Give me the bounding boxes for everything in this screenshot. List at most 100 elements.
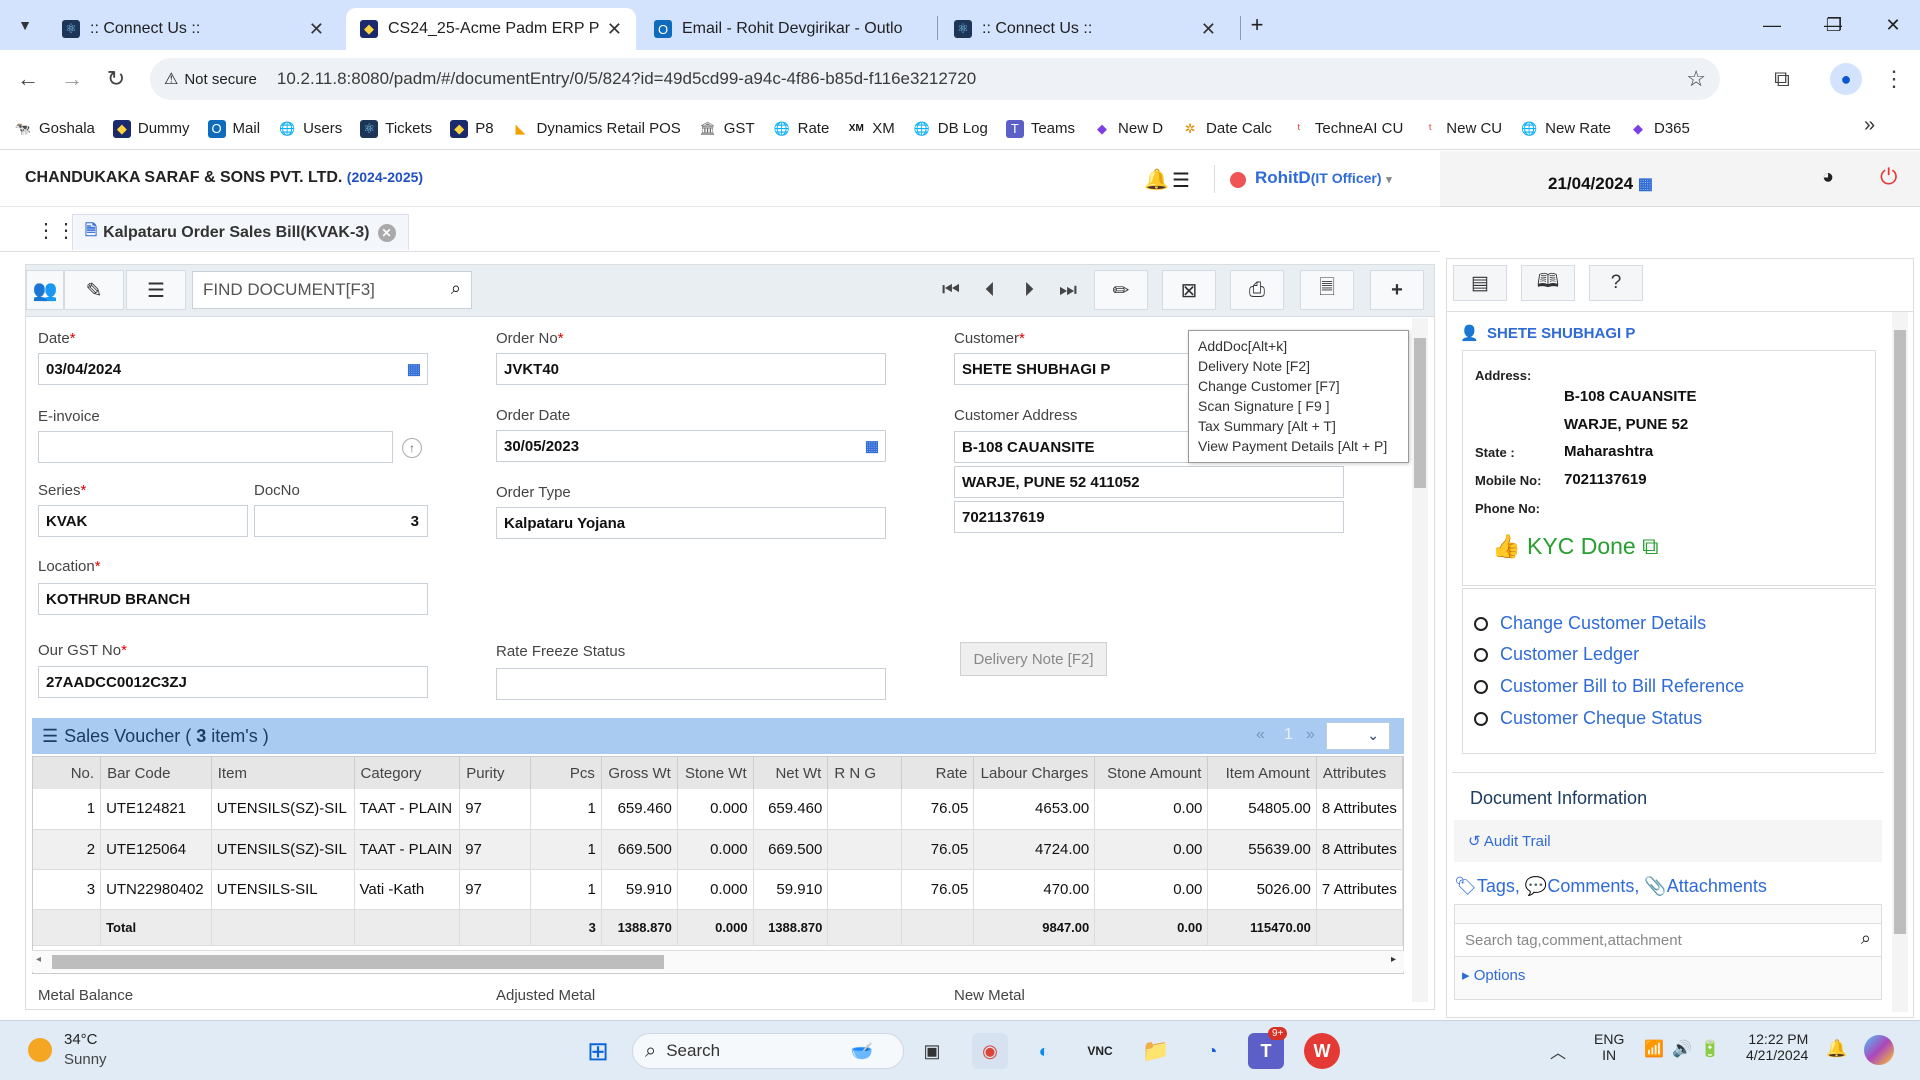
calendar-icon[interactable]: ▦ bbox=[865, 437, 879, 455]
edit-form-icon[interactable]: ✎ bbox=[64, 270, 124, 310]
gst-input[interactable]: 27AADCC0012C3ZJ bbox=[38, 666, 428, 698]
phone-app-icon[interactable]: ◔ bbox=[1194, 1033, 1230, 1069]
bookmark-star-icon[interactable]: ☆ bbox=[1686, 66, 1706, 92]
bookmark-d365[interactable]: ◆ D365 bbox=[1629, 120, 1690, 138]
date-input[interactable]: 03/04/2024 ▦ bbox=[38, 353, 428, 385]
extensions-puzzle-icon[interactable]: ⧉ bbox=[1766, 63, 1798, 95]
temperature[interactable]: 34°C bbox=[64, 1031, 98, 1048]
column-header[interactable]: Gross Wt bbox=[601, 757, 678, 789]
kyc-status[interactable]: 👍 KYC Done ⧉ bbox=[1492, 533, 1659, 560]
volume-icon[interactable]: 🔊 bbox=[1672, 1039, 1692, 1059]
close-window-icon[interactable]: ✕ bbox=[1878, 10, 1908, 40]
bookmark-db-log[interactable]: 🌐 DB Log bbox=[913, 120, 988, 138]
clock[interactable]: 12:22 PM 4/21/2024 bbox=[1746, 1031, 1808, 1063]
customer-ledger-link[interactable]: Customer Ledger bbox=[1474, 644, 1639, 665]
table-row[interactable]: 3 UTN22980402 UTENSILS-SIL Vati -Kath 97 1 59.… bbox=[33, 869, 1403, 910]
browser-menu-icon[interactable]: ⋮ bbox=[1878, 63, 1910, 95]
close-tab-icon[interactable]: ✕ bbox=[607, 19, 622, 40]
bookmark-new-cu[interactable]: ᵗ New CU bbox=[1421, 120, 1502, 138]
bill-to-bill-reference-link[interactable]: Customer Bill to Bill Reference bbox=[1474, 676, 1744, 697]
order-type-input[interactable]: Kalpataru Yojana bbox=[496, 507, 886, 539]
panel-scrollbar-thumb[interactable] bbox=[1894, 330, 1906, 934]
rate-freeze-input[interactable] bbox=[496, 668, 886, 700]
form-scrollbar[interactable] bbox=[1412, 318, 1428, 1002]
bookmark-dummy[interactable]: ◆ Dummy bbox=[112, 119, 190, 138]
notification-bell-icon[interactable]: 🔔 bbox=[1144, 167, 1169, 192]
customer-phone-input[interactable]: 7021137619 bbox=[954, 501, 1344, 533]
column-header[interactable]: Stone Amount bbox=[1094, 757, 1209, 789]
bookmark-users[interactable]: 🌐 Users bbox=[278, 120, 342, 138]
bookmark-gst[interactable]: 🏛 GST bbox=[699, 120, 755, 138]
url-text[interactable]: 10.2.11.8:8080/padm/#/documentEntry/0/5/… bbox=[277, 69, 976, 89]
browser-tab-connect-us-1[interactable]: ⚛ :: Connect Us :: ✕ bbox=[48, 8, 338, 50]
einvoice-input[interactable] bbox=[38, 431, 393, 463]
change-customer-details-link[interactable]: Change Customer Details bbox=[1474, 613, 1706, 634]
windows-start-icon[interactable]: ⊞ bbox=[580, 1033, 616, 1069]
column-header[interactable]: R N G bbox=[827, 757, 902, 789]
weather-status[interactable]: Sunny bbox=[64, 1051, 107, 1068]
horizontal-scrollbar-thumb[interactable] bbox=[52, 955, 664, 969]
table-horizontal-scrollbar[interactable]: ◂ ▸ bbox=[32, 950, 1404, 972]
list-view-icon[interactable]: ☰ bbox=[126, 270, 186, 310]
task-list-icon[interactable]: ☰ bbox=[1172, 168, 1190, 193]
customer-cheque-status-link[interactable]: Customer Cheque Status bbox=[1474, 708, 1702, 729]
bookmark-goshala[interactable]: 🐄 Goshala bbox=[14, 120, 95, 138]
print-icon[interactable]: ⎙ bbox=[1230, 270, 1284, 310]
bookmark-new-rate[interactable]: 🌐 New Rate bbox=[1520, 120, 1611, 138]
more-bookmarks-chevron-icon[interactable]: » bbox=[1864, 114, 1875, 137]
last-record-icon[interactable]: ⏭ bbox=[1051, 273, 1085, 307]
column-header[interactable]: No. bbox=[33, 757, 102, 789]
bookmark-date-calc[interactable]: ✲ Date Calc bbox=[1181, 120, 1272, 138]
ledger-book-icon[interactable]: 🕮 bbox=[1521, 265, 1575, 301]
search-highlight-icon[interactable]: 🥣 bbox=[844, 1033, 880, 1069]
bookmark-tickets[interactable]: ⚛ Tickets bbox=[360, 119, 432, 138]
bookmark-teams[interactable]: T Teams bbox=[1005, 119, 1075, 138]
chrome-icon[interactable]: ◉ bbox=[972, 1033, 1008, 1069]
column-header[interactable]: Item bbox=[211, 757, 355, 789]
column-header[interactable]: Bar Code bbox=[100, 757, 212, 789]
table-row[interactable]: 1 UTE124821 UTENSILS(SZ)-SIL TAAT - PLAIN 97… bbox=[33, 789, 1403, 830]
comments-link[interactable]: 💬Comments, bbox=[1525, 876, 1639, 896]
battery-icon[interactable]: 🔋 bbox=[1700, 1039, 1720, 1059]
bookmark-techneai-cu[interactable]: ᵗ TechneAI CU bbox=[1290, 120, 1403, 138]
column-header[interactable]: Rate bbox=[901, 757, 975, 789]
scroll-left-icon[interactable]: ◂ bbox=[36, 954, 41, 965]
close-document-tab-icon[interactable]: ✕ bbox=[377, 223, 396, 242]
new-tab-plus-icon[interactable]: + bbox=[1242, 10, 1272, 40]
security-chip[interactable]: ⚠ Not secure bbox=[164, 64, 271, 94]
browser-tab-email[interactable]: O Email - Rohit Devgirikar - Outlo bbox=[640, 8, 930, 50]
close-tab-icon[interactable]: ✕ bbox=[1201, 19, 1216, 40]
sun-weather-icon[interactable] bbox=[28, 1038, 52, 1062]
bookmark-p8[interactable]: ◆ P8 bbox=[450, 119, 494, 138]
task-view-icon[interactable]: ▣ bbox=[914, 1033, 950, 1069]
wifi-icon[interactable]: 📶 bbox=[1644, 1039, 1664, 1059]
edge-icon[interactable]: ◐ bbox=[1026, 1033, 1062, 1069]
column-header[interactable]: Net Wt bbox=[753, 757, 829, 789]
column-header[interactable]: Attributes bbox=[1316, 757, 1403, 789]
tab-search-chevron-icon[interactable]: ▼ bbox=[10, 10, 40, 40]
reload-icon[interactable]: ↻ bbox=[100, 63, 132, 95]
add-document-icon[interactable]: + bbox=[1370, 270, 1424, 310]
forward-arrow-icon[interactable]: → bbox=[56, 63, 88, 95]
tag-search-input[interactable]: Search tag,comment,attachment ⌕ bbox=[1454, 923, 1882, 957]
browser-tab-erp[interactable]: ◆ CS24_25-Acme Padm ERP Platf ✕ bbox=[346, 8, 636, 50]
back-arrow-icon[interactable]: ← bbox=[12, 63, 44, 95]
scroll-right-icon[interactable]: ▸ bbox=[1391, 954, 1396, 965]
profile-avatar-icon[interactable]: ● bbox=[1830, 63, 1862, 95]
panel-scrollbar[interactable] bbox=[1892, 312, 1908, 1012]
column-header[interactable]: Category bbox=[354, 757, 461, 789]
column-header[interactable]: Labour Charges bbox=[973, 757, 1096, 789]
close-tab-icon[interactable]: ✕ bbox=[309, 19, 324, 40]
page-number[interactable]: 1 bbox=[1284, 726, 1293, 744]
form-scrollbar-thumb[interactable] bbox=[1414, 338, 1426, 488]
minimize-window-icon[interactable]: — bbox=[1757, 10, 1787, 40]
address-line-2-input[interactable]: WARJE, PUNE 52 411052 bbox=[954, 466, 1344, 498]
column-header[interactable]: Stone Wt bbox=[677, 757, 754, 789]
power-icon[interactable]: ⏻ bbox=[1880, 164, 1897, 190]
search-icon[interactable]: ⌕ bbox=[451, 278, 461, 299]
browser-tab-connect-us-2[interactable]: ⚛ :: Connect Us :: ✕ bbox=[940, 8, 1230, 50]
bookmark-xm[interactable]: XM XM bbox=[847, 120, 895, 138]
address-bar[interactable]: ⚠ Not secure 10.2.11.8:8080/padm/#/docum… bbox=[150, 58, 1720, 100]
page-size-select[interactable]: ⌄ bbox=[1326, 722, 1390, 750]
wps-office-icon[interactable]: W bbox=[1304, 1033, 1340, 1069]
